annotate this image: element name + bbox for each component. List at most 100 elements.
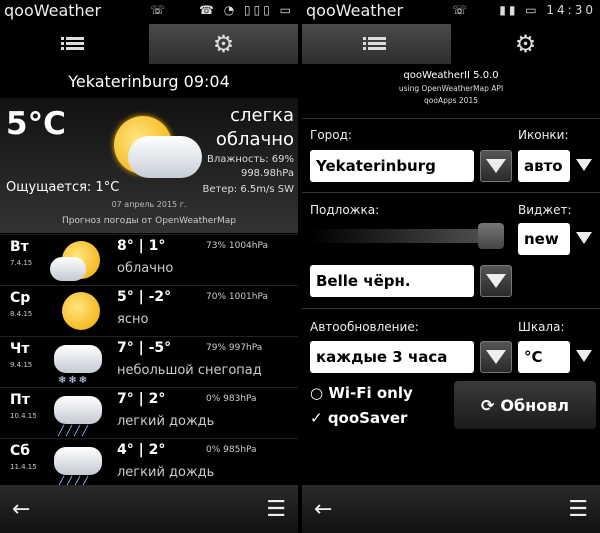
forecast-date: 7.4.15 [10,259,33,267]
forecast-row[interactable]: Вт 7.4.15 8° | 1° 73% 1004hPa облачно [0,234,298,285]
radio-unchecked-icon: ○ [310,384,324,402]
gear-icon: ⚙ [212,30,235,58]
day-of-week: Ср [10,290,31,306]
icons-dropdown-arrow[interactable] [574,150,594,180]
wifi-only-label: Wi-Fi only [328,384,413,402]
sun-cloud-icon [50,239,108,281]
menu-button[interactable]: ☰ [266,497,286,522]
divider [302,192,600,193]
current-temp: 5°C [6,106,66,142]
copyright: qooApps 2015 [424,96,478,105]
forecast-date: 10.4.15 [10,412,37,420]
forecast-desc: легкий дождь [117,414,215,429]
list-icon [362,37,386,51]
temp-range: 5° | -2° [117,289,172,305]
city-select[interactable]: Yekaterinburg [310,150,474,182]
tab-bar: ⚙ [0,24,298,64]
theme-dropdown-arrow[interactable] [480,265,512,297]
current-weather: 5°C слегка облачно Влажность: 69% 998.98… [0,98,298,233]
day-of-week: Вт [10,239,29,255]
divider [302,118,600,119]
forecast-date: 11.4.15 [10,463,37,471]
widget-label: Виджет: [518,203,572,217]
forecast-list: Вт 7.4.15 8° | 1° 73% 1004hPa облачно Ср… [0,234,298,489]
day-of-week: Пт [10,392,30,408]
temp-range: 7° | 2° [117,391,166,407]
status-bar: qooWeather ☏ ▮▮ ▭ 14:30 [302,0,600,22]
wind: Ветер: 6.5m/s SW [202,184,294,195]
update-button-label: Обновл [500,395,570,415]
qoosaver-checkbox[interactable]: ✓ qooSaver [310,409,407,427]
snow-icon: ❄❄❄ [50,341,108,386]
tab-forecast[interactable] [302,24,451,64]
scale-label: Шкала: [518,320,565,334]
autoupdate-dropdown-arrow[interactable] [480,341,512,373]
app-title: qooWeather [306,1,404,20]
scale-dropdown-arrow[interactable] [574,341,594,371]
forecast-row[interactable]: Пт 10.4.15 ╱╱╱╱ 7° | 2° 0% 983hPa легкий… [0,387,298,438]
forecast-date: 8.4.15 [10,310,33,318]
city-label: Город: [310,128,352,142]
app-version: qooWeatherII 5.0.0 [403,70,499,81]
city-dropdown-arrow[interactable] [480,150,512,182]
wifi-only-checkbox[interactable]: ○ Wi-Fi only [310,384,413,402]
weather-panel: qooWeather ☏ ☎ ◔ ▯▯▯ ▭ ⚙ Yekaterinburg 0… [0,0,298,533]
tab-bar: ⚙ [302,24,600,64]
day-of-week: Сб [10,443,31,459]
scale-select[interactable]: °C [518,341,570,373]
widget-select[interactable]: new [518,223,570,255]
menu-button[interactable]: ☰ [568,497,588,522]
slider-handle[interactable] [478,223,504,249]
api-credit: using OpenWeatherMap API [398,84,504,93]
icons-label: Иконки: [518,128,569,142]
current-condition: слегка облачно [215,105,294,150]
back-button[interactable]: ← [314,497,332,522]
gear-icon: ⚙ [514,30,537,58]
forecast-source: Прогноз погоды от OpenWeatherMap [61,216,237,226]
pressure: 998.98hPa [240,168,294,179]
forecast-stats: 0% 985hPa [206,445,257,455]
humidity: Влажность: 69% [206,154,294,165]
status-bar: qooWeather ☏ ☎ ◔ ▯▯▯ ▭ [0,0,298,22]
forecast-row[interactable]: Сб 11.4.15 ╱╱╱╱ 4° | 2° 0% 985hPa легкий… [0,438,298,489]
status-icons: ▮▮ ▭ 14:30 [499,3,596,17]
divider [302,308,600,309]
tab-forecast[interactable] [0,24,149,64]
list-icon [60,37,84,51]
theme-select[interactable]: Belle чёрн. [310,265,474,297]
forecast-desc: облачно [117,261,174,276]
widget-dropdown-arrow[interactable] [574,223,594,253]
temp-range: 8° | 1° [117,238,166,254]
notification-icon: ☏ [150,3,166,17]
forecast-stats: 0% 983hPa [206,394,257,404]
forecast-stats: 70% 1001hPa [206,292,269,302]
forecast-row[interactable]: Ср 8.4.15 5° | -2° 70% 1001hPa ясно [0,285,298,336]
background-label: Подложка: [310,203,380,217]
city-time: Yekaterinburg 09:04 [68,72,230,91]
update-button[interactable]: ⟳ Обновл [454,381,596,429]
about-info: qooWeatherII 5.0.0 using OpenWeatherMap … [302,70,600,105]
forecast-stats: 79% 997hPa [206,343,263,353]
status-icons: ☎ ◔ ▯▯▯ ▭ [198,3,294,17]
forecast-date: 9.4.15 [10,361,33,369]
forecast-row[interactable]: Чт 9.4.15 ❄❄❄ 7° | -5° 79% 997hPa неболь… [0,336,298,387]
background-slider[interactable] [310,229,500,243]
rain-icon: ╱╱╱╱ [50,392,108,437]
tab-settings[interactable]: ⚙ [451,24,600,64]
autoupdate-label: Автообновление: [310,320,419,334]
day-of-week: Чт [10,341,30,357]
qoosaver-label: qooSaver [327,409,408,427]
back-button[interactable]: ← [12,497,30,522]
feels-like: Ощущается: 1°C [6,180,120,195]
bottom-bar: ← ☰ [0,485,298,533]
icons-select[interactable]: авто [518,150,570,182]
app-title: qooWeather [4,1,102,20]
autoupdate-select[interactable]: каждые 3 часа [310,341,474,373]
forecast-desc: ясно [117,312,149,327]
tab-settings[interactable]: ⚙ [149,24,298,64]
checkmark-icon: ✓ [310,409,323,427]
temp-range: 4° | 2° [117,442,166,458]
forecast-desc: небольшой снегопад [117,363,262,378]
refresh-icon: ⟳ [480,395,495,415]
settings-panel: qooWeather ☏ ▮▮ ▭ 14:30 ⚙ qooWeatherII 5… [302,0,600,533]
